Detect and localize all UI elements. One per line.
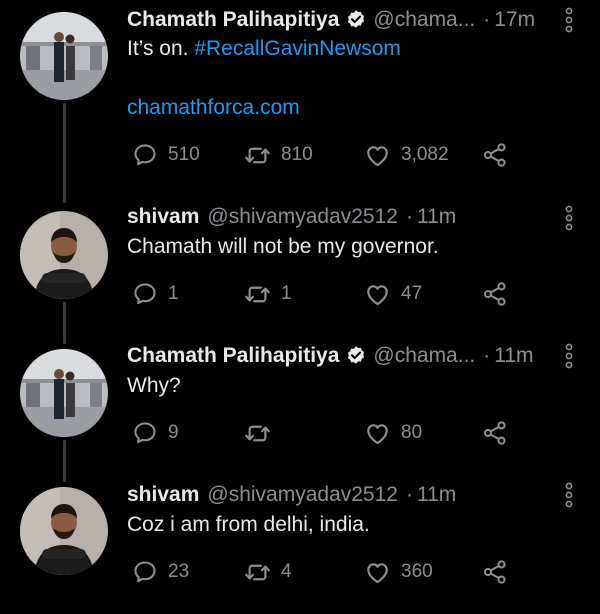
separator: ·	[405, 205, 413, 228]
tweet-header: shivam @shivamyadav2512 · 11m	[127, 479, 600, 511]
share-icon	[482, 559, 508, 585]
more-options-icon[interactable]	[564, 343, 574, 369]
tweet-text: It’s on. #RecallGavinNewsom	[127, 35, 560, 63]
tweet-actions: 510 810 3,082	[127, 139, 517, 171]
retweet-count: 1	[281, 283, 292, 304]
like-count: 360	[401, 561, 433, 582]
display-name[interactable]: shivam	[127, 483, 199, 507]
tweet-header: Chamath Palihapitiya @chama... · 11m	[127, 340, 600, 372]
like-icon	[364, 142, 391, 169]
reply-count: 510	[168, 144, 200, 165]
reply-button[interactable]: 23	[132, 556, 189, 588]
share-icon	[482, 420, 508, 446]
like-count: 47	[401, 283, 423, 304]
verified-badge-icon	[345, 9, 367, 31]
tweet-text: Coz i am from delhi, india.	[127, 513, 370, 536]
retweet-icon	[244, 420, 271, 447]
retweet-icon	[244, 281, 271, 308]
avatar[interactable]	[20, 12, 108, 100]
verified-badge-icon	[345, 345, 367, 367]
tweet-text: Chamath will not be my governor.	[127, 235, 439, 258]
reply-count: 23	[168, 561, 190, 582]
display-name[interactable]: shivam	[127, 205, 199, 229]
retweet-button[interactable]: 1	[244, 278, 292, 310]
tweet-header: Chamath Palihapitiya @chama... · 17m	[127, 4, 600, 36]
avatar[interactable]	[20, 487, 108, 575]
tweet-header: shivam @shivamyadav2512 · 11m	[127, 201, 600, 233]
retweet-count: 4	[281, 561, 292, 582]
reply-button[interactable]: 9	[132, 417, 179, 449]
reply-icon	[132, 559, 158, 585]
like-icon	[364, 420, 391, 447]
share-button[interactable]	[482, 556, 508, 588]
separator: ·	[405, 483, 413, 506]
display-name[interactable]: Chamath Palihapitiya	[127, 8, 339, 32]
separator: ·	[483, 8, 491, 31]
tweet-actions: 9 80	[127, 417, 517, 449]
user-handle[interactable]: @shivamyadav2512	[207, 483, 398, 507]
tweet-text-plain: It’s on.	[127, 37, 195, 60]
external-link[interactable]: chamathforca.com	[127, 96, 300, 119]
tweet-text: Why?	[127, 374, 181, 397]
retweet-button[interactable]	[244, 417, 281, 449]
timestamp[interactable]: 17m	[494, 8, 535, 32]
reply-button[interactable]: 510	[132, 139, 200, 171]
retweet-button[interactable]: 4	[244, 556, 292, 588]
user-handle[interactable]: @shivamyadav2512	[207, 205, 398, 229]
reply-count: 9	[168, 422, 179, 443]
like-icon	[364, 281, 391, 308]
like-button[interactable]: 47	[364, 278, 422, 310]
like-icon	[364, 559, 391, 586]
thread-connector-line	[63, 440, 66, 482]
share-button[interactable]	[482, 278, 508, 310]
reply-icon	[132, 281, 158, 307]
retweet-button[interactable]: 810	[244, 139, 313, 171]
display-name[interactable]: Chamath Palihapitiya	[127, 344, 339, 368]
share-button[interactable]	[482, 139, 508, 171]
hashtag-link[interactable]: #RecallGavinNewsom	[194, 37, 401, 60]
like-count: 80	[401, 422, 423, 443]
retweet-icon	[244, 559, 271, 586]
reply-icon	[132, 420, 158, 446]
like-button[interactable]: 80	[364, 417, 422, 449]
user-handle[interactable]: @chama...	[373, 344, 475, 368]
more-options-icon[interactable]	[564, 482, 574, 508]
share-icon	[482, 281, 508, 307]
user-handle[interactable]: @chama...	[373, 8, 475, 32]
tweet-actions: 23 4 360	[127, 556, 517, 588]
reply-button[interactable]: 1	[132, 278, 179, 310]
timestamp[interactable]: 11m	[417, 483, 456, 507]
share-button[interactable]	[482, 417, 508, 449]
reply-count: 1	[168, 283, 179, 304]
avatar[interactable]	[20, 211, 108, 299]
thread-connector-line	[63, 302, 66, 344]
share-icon	[482, 142, 508, 168]
tweet-thread: Chamath Palihapitiya @chama... · 17m It’…	[0, 0, 600, 614]
like-button[interactable]: 3,082	[364, 139, 449, 171]
more-options-icon[interactable]	[564, 7, 574, 33]
retweet-icon	[244, 142, 271, 169]
thread-connector-line	[63, 103, 66, 203]
tweet-actions: 1 1 47	[127, 278, 517, 310]
tweet-link-line: chamathforca.com	[127, 94, 560, 122]
separator: ·	[483, 344, 491, 367]
timestamp[interactable]: 11m	[417, 205, 456, 229]
like-count: 3,082	[401, 144, 449, 165]
like-button[interactable]: 360	[364, 556, 433, 588]
avatar[interactable]	[20, 349, 108, 437]
more-options-icon[interactable]	[564, 205, 574, 231]
retweet-count: 810	[281, 144, 313, 165]
reply-icon	[132, 142, 158, 168]
timestamp[interactable]: 11m	[494, 344, 533, 368]
